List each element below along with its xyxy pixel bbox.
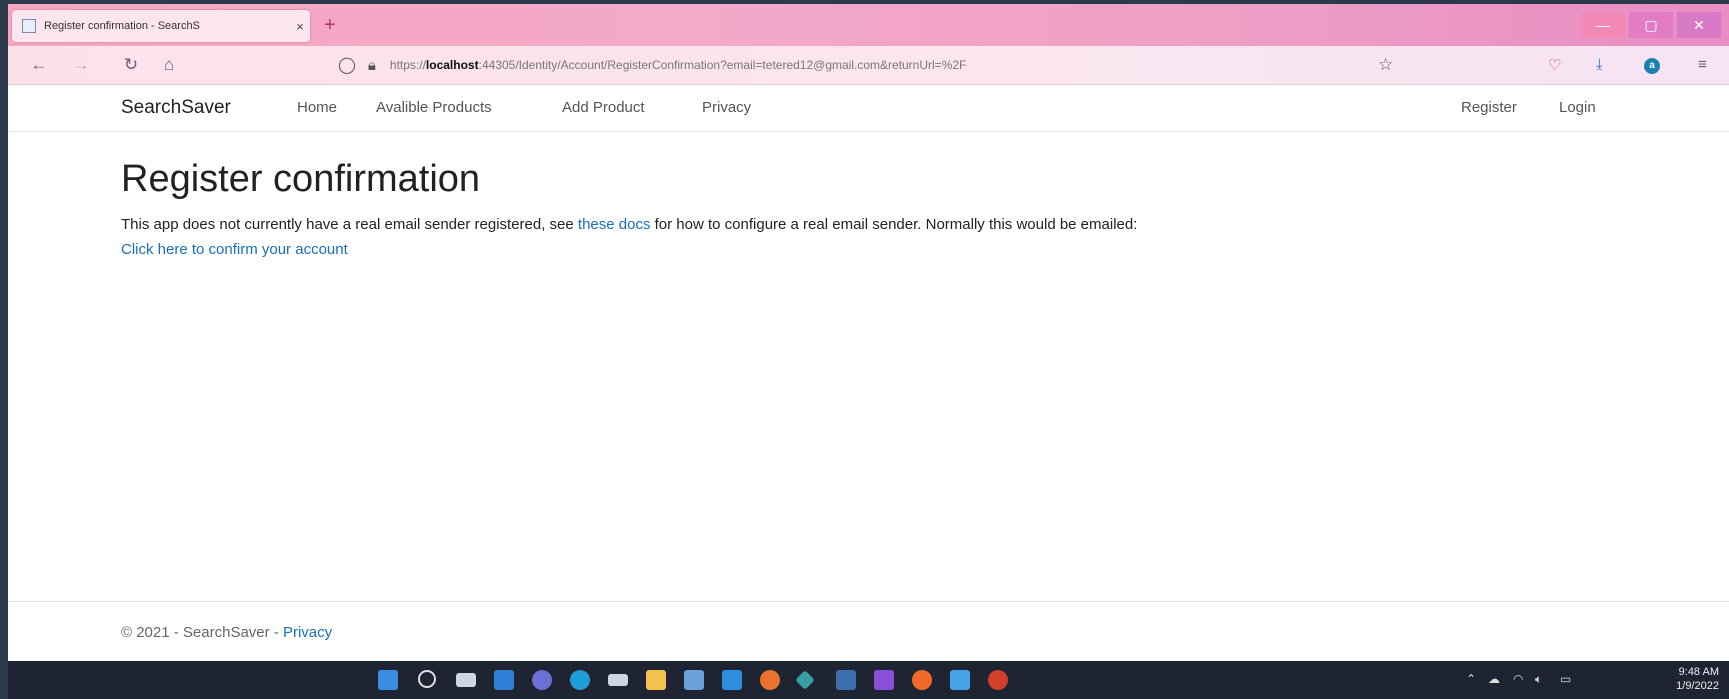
chat-icon[interactable] [532, 670, 552, 690]
taskbar: ⌃ ☁ ◠ 🔈︎ ▭ 9:48 AM 1/9/2022 [8, 661, 1729, 699]
edge-icon[interactable] [570, 670, 590, 690]
tray-chevron-icon[interactable]: ⌃ [1466, 672, 1476, 686]
clock-date: 1/9/2022 [1676, 680, 1719, 692]
browser-window: Register confirmation - SearchS × + — ▢ … [8, 4, 1729, 699]
footer-text: © 2021 - SearchSaver - Privacy [121, 624, 332, 641]
docs-link[interactable]: these docs [578, 216, 651, 233]
remote-desktop-icon[interactable] [836, 670, 856, 690]
dropbox-icon[interactable] [608, 674, 628, 686]
site-brand[interactable]: SearchSaver [121, 97, 231, 119]
browser-toolbar: ← → ↻ ⌂ ◯ 🔒︎ https://localhost:44305/Ide… [8, 46, 1729, 85]
tab-bar: Register confirmation - SearchS × + — ▢ … [8, 4, 1729, 46]
volume-icon[interactable]: 🔈︎ [1535, 672, 1542, 687]
account-icon[interactable]: a [1644, 58, 1660, 74]
wifi-icon[interactable]: ◠ [1513, 672, 1523, 686]
widgets-icon[interactable] [494, 670, 514, 690]
close-window-icon[interactable]: ✕ [1677, 12, 1721, 38]
nav-register[interactable]: Register [1461, 99, 1517, 116]
nav-privacy[interactable]: Privacy [702, 99, 751, 116]
clock-time: 9:48 AM [1678, 666, 1719, 678]
url-host: localhost [425, 58, 479, 72]
bookmark-star-icon[interactable]: ☆ [1378, 55, 1393, 75]
shield-icon[interactable]: ◯ [338, 55, 356, 75]
task-view-icon[interactable] [456, 673, 476, 687]
forward-icon[interactable]: → [70, 55, 92, 75]
tab-title: Register confirmation - SearchS [44, 20, 200, 32]
address-bar[interactable]: ◯ 🔒︎ https://localhost:44305/Identity/Ac… [338, 51, 1398, 79]
site-header: SearchSaver Home Avalible Products Add P… [8, 85, 1729, 132]
clock[interactable]: 9:48 AM 1/9/2022 [1676, 665, 1719, 693]
download-icon[interactable]: ⤓ [1596, 56, 1603, 73]
menu-icon[interactable]: ≡ [1698, 56, 1707, 73]
back-icon[interactable]: ← [28, 55, 50, 75]
lock-icon[interactable]: 🔒︎ [368, 57, 376, 74]
page-title: Register confirmation [121, 158, 481, 200]
footer-privacy-link[interactable]: Privacy [283, 624, 332, 641]
close-tab-icon[interactable]: × [290, 19, 310, 34]
new-tab-button[interactable]: + [324, 14, 336, 37]
visual-studio-icon[interactable] [874, 670, 894, 690]
info-paragraph: This app does not currently have a real … [121, 216, 1137, 233]
info-text-start: This app does not currently have a real … [121, 216, 578, 233]
app-icon-orange[interactable] [912, 670, 932, 690]
mail-icon[interactable] [722, 670, 742, 690]
nav-login[interactable]: Login [1559, 99, 1596, 116]
home-icon[interactable]: ⌂ [158, 55, 180, 75]
browser-tab[interactable]: Register confirmation - SearchS × [12, 10, 310, 42]
notepad-icon[interactable] [950, 670, 970, 690]
info-text-end: for how to configure a real email sender… [650, 216, 1138, 233]
nav-add-product[interactable]: Add Product [562, 99, 645, 116]
nav-available-products[interactable]: Avalible Products [376, 99, 492, 116]
url-scheme: https:// [389, 58, 426, 72]
pocket-icon[interactable]: ♡ [1548, 56, 1561, 74]
firefox-icon[interactable] [760, 670, 780, 690]
search-icon[interactable] [418, 670, 436, 688]
minimize-icon[interactable]: — [1581, 12, 1625, 38]
url-path: :44305/Identity/Account/RegisterConfirma… [478, 58, 967, 72]
store-icon[interactable] [684, 670, 704, 690]
cloud-icon[interactable]: ☁ [1488, 672, 1500, 686]
nav-home[interactable]: Home [297, 99, 337, 116]
powerpoint-icon[interactable] [988, 670, 1008, 690]
confirm-account-link[interactable]: Click here to confirm your account [121, 241, 348, 258]
reload-icon[interactable]: ↻ [120, 55, 142, 75]
page-footer: © 2021 - SearchSaver - Privacy [8, 601, 1729, 662]
maximize-icon[interactable]: ▢ [1629, 12, 1673, 38]
start-icon[interactable] [378, 670, 398, 690]
file-explorer-icon[interactable] [646, 670, 666, 690]
page-icon [22, 19, 36, 33]
git-icon[interactable] [795, 670, 815, 690]
battery-icon[interactable]: ▭ [1560, 672, 1571, 686]
copyright-text: © 2021 - SearchSaver - [121, 624, 283, 641]
